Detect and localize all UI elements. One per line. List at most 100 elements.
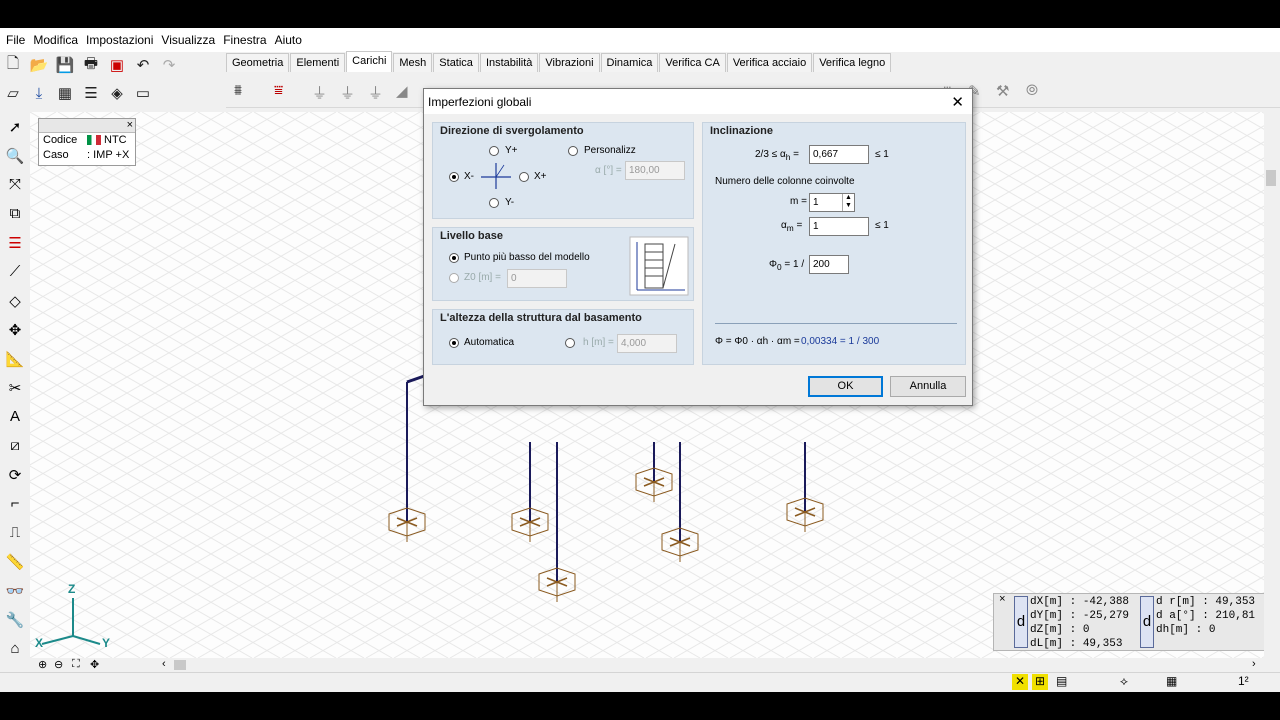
menu-file[interactable]: File [4,33,31,47]
load-distributed-icon[interactable]: ⩩ [234,82,242,99]
layer-icon[interactable]: ▤ [1056,674,1067,688]
pointer-icon[interactable]: ➚ [0,112,30,141]
numero-colonne-label: Numero delle colonne coinvolte [715,176,855,187]
pdf-icon[interactable]: ▣ [106,54,128,76]
download-icon[interactable]: ⤓ [28,82,50,104]
radio-punto-basso[interactable] [449,253,459,263]
zoom-out-icon[interactable]: ⊖ [54,658,63,671]
grid-snap-icon[interactable]: ⊞ [1032,674,1048,690]
alpha-h-input[interactable]: 0,667 [809,145,869,164]
home-icon[interactable]: ⌂ [0,634,30,663]
menu-modifica[interactable]: Modifica [31,33,84,47]
undo-icon[interactable]: ↶ [132,54,154,76]
menu-visualizza[interactable]: Visualizza [159,33,221,47]
radio-y-plus[interactable] [489,146,499,156]
node-icon[interactable]: ⤧ [0,170,30,199]
tab-mesh[interactable]: Mesh [393,53,433,72]
snap-toggle-icon[interactable]: ✕ [1012,674,1028,690]
axes-indicator: Z X Y [32,582,112,658]
phi0-input[interactable]: 200 [809,255,849,274]
radio-personalizz[interactable] [568,146,578,156]
save-icon[interactable]: 💾 [54,54,76,76]
copy-icon[interactable]: ⧉ [0,199,30,228]
redo-icon[interactable]: ↷ [158,54,180,76]
z0-input[interactable]: 0 [507,269,567,288]
tab-statica[interactable]: Statica [433,53,479,72]
zoom-fit-icon[interactable]: ⛶ [72,658,80,671]
tool-icon[interactable]: ⚒ [996,82,1009,100]
scroll-right-icon[interactable]: › [1252,658,1256,670]
dialog-close-icon[interactable]: ✕ [951,93,964,111]
radio-automatica[interactable] [449,338,459,348]
print-icon[interactable]: 🖶 [80,54,102,76]
info-icon[interactable]: ⦾ [1026,82,1038,99]
radio-x-minus[interactable] [449,172,459,182]
zoom-icon[interactable]: 🔍 [0,141,30,170]
tab-carichi[interactable]: Carichi [346,51,393,72]
alpha-m-label: αm = [781,220,803,233]
tab-dinamica[interactable]: Dinamica [600,53,659,72]
scroll-left-icon[interactable]: ‹ [162,658,166,670]
ruler-icon[interactable]: 📏 [0,547,30,576]
node-snap-icon[interactable]: ⟡ [1120,674,1128,689]
support2-icon[interactable]: ⏚ [340,82,355,103]
left-toolstrip: ➚ 🔍 ⤧ ⧉ ☰ ⟋ ◇ ✥ 📐 ✂ A ⧄ ⟳ ⌐ ⎍ 📏 👓 🔧 ⌂ [0,112,30,672]
tab-verifica-legno[interactable]: Verifica legno [813,53,892,72]
delta-box-close-icon[interactable]: × [999,594,1006,606]
annulla-button[interactable]: Annulla [890,376,966,397]
horizontal-scroll-thumb[interactable] [174,660,186,670]
open-folder-icon[interactable]: 📂 [28,54,50,76]
wrench-icon[interactable]: 🔧 [0,605,30,634]
numbering-icon[interactable]: 1² [1238,674,1249,688]
layers-icon[interactable]: ▱ [2,82,24,104]
radio-x-plus[interactable] [519,172,529,182]
tab-verifica-ca[interactable]: Verifica CA [659,53,726,72]
screen-icon[interactable]: ▭ [132,82,154,104]
glasses-icon[interactable]: 👓 [0,576,30,605]
tab-instabilita[interactable]: Instabilità [479,53,539,72]
line-icon[interactable]: ⎍ [0,518,30,547]
alpha-m-input[interactable]: 1 [809,217,869,236]
list-table-icon[interactable]: ☰ [80,82,102,104]
group-title-livello: Livello base [440,230,503,242]
tab-verifica-acciaio[interactable]: Verifica acciaio [726,53,813,72]
ramp-icon[interactable]: ◢ [396,82,408,100]
new-file-icon[interactable]: 🗋 [2,54,24,76]
menu-finestra[interactable]: Finestra [221,33,272,47]
cut-icon[interactable]: ✂ [0,373,30,402]
vertical-scroll-thumb[interactable] [1266,170,1276,186]
grid-table-icon[interactable]: ▦ [54,82,76,104]
diamond-icon[interactable]: ◇ [0,286,30,315]
color-layers-icon[interactable]: ☰ [0,228,30,257]
h-input[interactable]: 4,000 [617,334,677,353]
radio-h[interactable] [565,338,575,348]
main-toolbar-row1: 🗋 📂 💾 🖶 ▣ ↶ ↷ [0,52,226,78]
support3-icon[interactable]: ⏚ [368,82,383,103]
move-icon[interactable]: ✥ [0,315,30,344]
radio-y-minus[interactable] [489,198,499,208]
tab-geometria[interactable]: Geometria [226,53,290,72]
tab-vibrazioni[interactable]: Vibrazioni [539,53,600,72]
load-area-icon[interactable]: ⩸ [274,82,283,99]
tab-elementi[interactable]: Elementi [290,53,346,72]
wall-icon[interactable]: ⌐ [0,489,30,518]
table-icon[interactable]: ▦ [1166,674,1177,688]
menu-aiuto[interactable]: Aiuto [273,33,308,47]
code-box-close-icon[interactable]: × [127,119,133,132]
text-icon[interactable]: A [0,402,30,431]
vertical-scrollbar[interactable] [1264,112,1280,658]
plane-icon[interactable]: ⧄ [0,431,30,460]
menu-impostazioni[interactable]: Impostazioni [84,33,159,47]
support-icon[interactable]: ⏚ [312,82,327,103]
m-spin-arrows-icon[interactable]: ▲ ▼ [842,194,854,211]
zoom-in-icon[interactable]: ⊕ [38,658,47,671]
stack-icon[interactable]: ◈ [106,82,128,104]
radio-z0[interactable] [449,273,459,283]
pan-icon[interactable]: ✥ [90,658,99,671]
beam-icon[interactable]: ⟋ [0,257,30,286]
measure-icon[interactable]: 📐 [0,344,30,373]
rotate-icon[interactable]: ⟳ [0,460,30,489]
horizontal-scrollbar[interactable]: ⊕ ⊖ ⛶ ✥ ‹ › [30,658,1264,672]
ok-button[interactable]: OK [808,376,883,397]
alpha-input[interactable]: 180,00 [625,161,685,180]
